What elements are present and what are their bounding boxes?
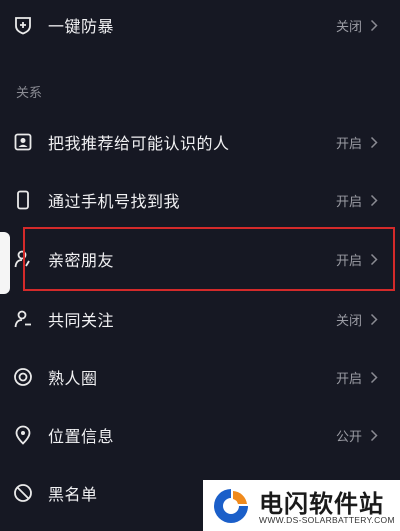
- setting-row-location[interactable]: 位置信息 公开: [0, 406, 400, 464]
- setting-label: 通过手机号找到我: [48, 192, 181, 211]
- setting-row-recommend-me[interactable]: 把我推荐给可能认识的人 开启: [0, 113, 400, 171]
- location-pin-icon: [12, 424, 34, 446]
- shield-plus-icon: [12, 14, 34, 36]
- site-watermark: 电闪软件站 WWW.DS-SOLARBATTERY.COM: [203, 480, 400, 531]
- setting-label: 把我推荐给可能认识的人: [48, 134, 230, 153]
- chevron-right-icon: [368, 428, 380, 442]
- close-friend-icon: [12, 248, 34, 270]
- setting-label: 熟人圈: [48, 369, 98, 388]
- phone-icon: [12, 189, 34, 211]
- watermark-title: 电闪软件站: [259, 490, 384, 518]
- setting-value: 开启: [335, 253, 362, 269]
- mutual-follow-icon: [12, 308, 34, 330]
- chevron-right-icon: [368, 193, 380, 207]
- setting-row-find-by-phone[interactable]: 通过手机号找到我 开启: [0, 171, 400, 229]
- site-logo-icon: [214, 489, 248, 523]
- chevron-right-icon: [368, 18, 380, 32]
- setting-label: 亲密朋友: [48, 251, 115, 270]
- section-title-relations: 关系: [16, 86, 43, 101]
- setting-value: 公开: [335, 429, 362, 445]
- setting-row-anti-harassment[interactable]: 一键防暴 关闭: [0, 0, 400, 54]
- setting-label: 共同关注: [48, 311, 115, 330]
- setting-value: 开启: [335, 371, 362, 387]
- circle-target-icon: [12, 366, 34, 388]
- setting-row-acquaintance-circle[interactable]: 熟人圈 开启: [0, 348, 400, 406]
- chevron-right-icon: [368, 252, 380, 266]
- chevron-right-icon: [368, 312, 380, 326]
- chevron-right-icon: [368, 370, 380, 384]
- block-icon: [12, 482, 34, 504]
- setting-value: 开启: [335, 136, 362, 152]
- setting-label: 黑名单: [48, 485, 98, 504]
- contact-card-icon: [12, 131, 34, 153]
- setting-label: 位置信息: [48, 427, 115, 446]
- setting-value: 开启: [335, 194, 362, 210]
- setting-row-mutual-follow[interactable]: 共同关注 关闭: [0, 290, 400, 348]
- setting-label: 一键防暴: [48, 17, 115, 36]
- setting-value: 关闭: [335, 19, 362, 35]
- chevron-right-icon: [368, 135, 380, 149]
- setting-row-close-friends[interactable]: 亲密朋友 开启: [0, 230, 400, 288]
- watermark-url: WWW.DS-SOLARBATTERY.COM: [259, 515, 395, 525]
- setting-value: 关闭: [335, 313, 362, 329]
